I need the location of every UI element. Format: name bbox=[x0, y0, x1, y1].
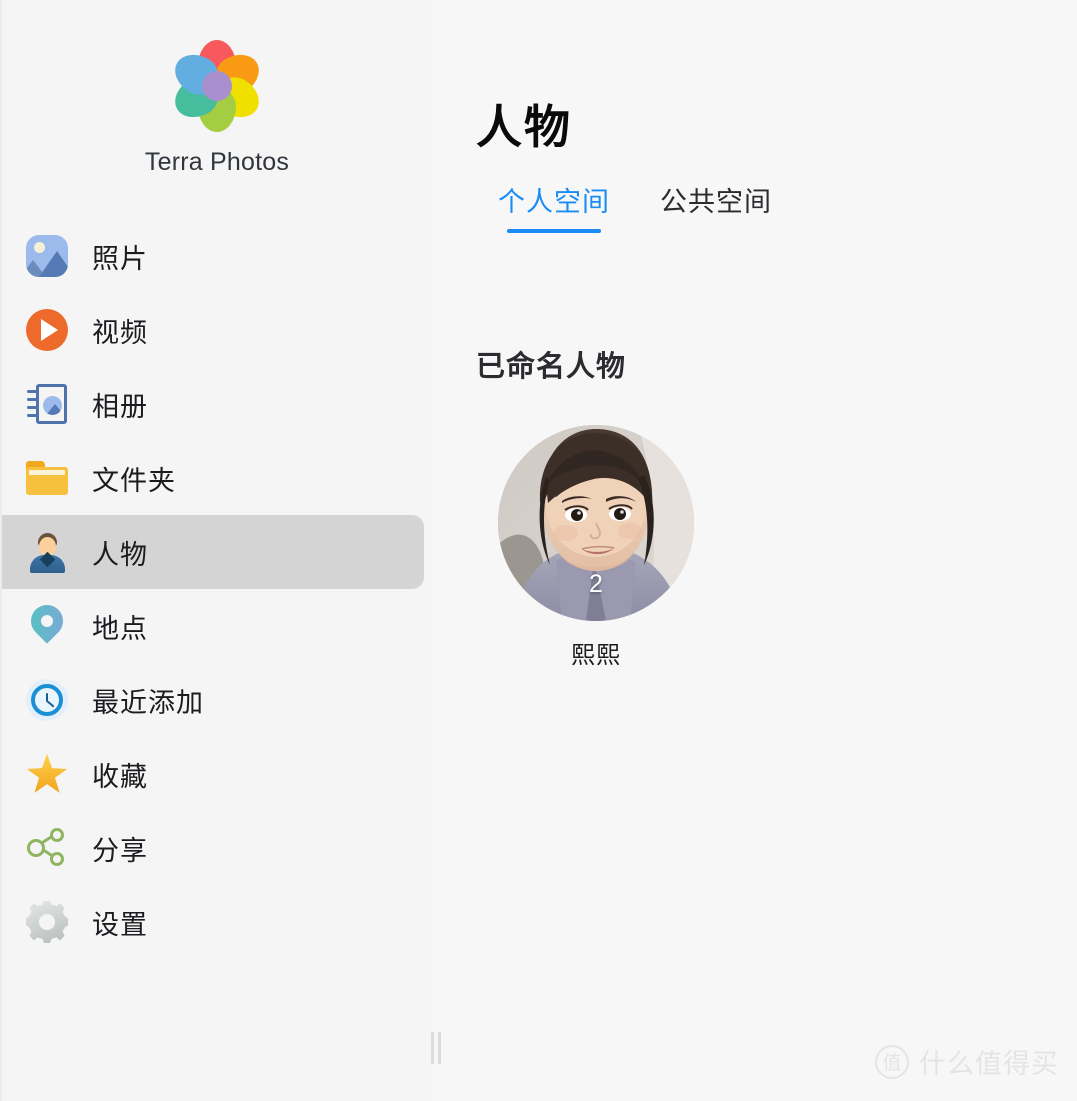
sidebar-item-settings[interactable]: 设置 bbox=[2, 885, 432, 959]
sidebar-item-label: 收藏 bbox=[92, 761, 148, 792]
sidebar-item-label: 视频 bbox=[92, 317, 148, 348]
people-grid: 2 熙熙 bbox=[476, 425, 1077, 670]
sidebar-item-recently-added[interactable]: 最近添加 bbox=[2, 663, 432, 737]
watermark-badge-icon: 值 bbox=[875, 1044, 909, 1079]
sidebar-item-label: 文件夹 bbox=[92, 465, 176, 496]
tab-public-space[interactable]: 公共空间 bbox=[660, 180, 772, 233]
watermark-text: 什么值得买 bbox=[919, 1049, 1059, 1079]
sidebar-item-shared[interactable]: 分享 bbox=[2, 811, 432, 885]
video-icon bbox=[24, 307, 70, 353]
sidebar-item-label: 地点 bbox=[92, 613, 148, 644]
photo-count-badge: 2 bbox=[589, 570, 603, 598]
sidebar-nav: 照片 视频 相册 文件夹 人物 地点 最近添加 收藏 分享 设置 bbox=[2, 219, 432, 959]
sidebar-item-label: 人物 bbox=[92, 539, 148, 570]
sidebar-item-folder[interactable]: 文件夹 bbox=[2, 441, 432, 515]
photos-icon bbox=[24, 233, 70, 279]
person-icon bbox=[24, 529, 70, 575]
sidebar-item-album[interactable]: 相册 bbox=[2, 367, 432, 441]
sidebar-item-label: 设置 bbox=[92, 909, 148, 940]
person-name: 熙熙 bbox=[571, 642, 621, 669]
sidebar-item-label: 分享 bbox=[92, 835, 148, 866]
sidebar-item-favorites[interactable]: 收藏 bbox=[2, 737, 432, 811]
main-content: 人物 个人空间 公共空间 已命名人物 2 熙熙 值 什么值得买 bbox=[432, 0, 1077, 1101]
sidebar-item-places[interactable]: 地点 bbox=[2, 589, 432, 663]
flower-logo bbox=[167, 38, 267, 134]
sidebar: Terra Photos 照片 视频 相册 文件夹 人物 地点 最近添加 收藏 … bbox=[0, 0, 441, 1101]
sidebar-item-label: 最近添加 bbox=[92, 687, 204, 718]
person-card[interactable]: 2 熙熙 bbox=[498, 425, 694, 670]
page-title: 人物 bbox=[476, 101, 572, 153]
clock-icon bbox=[24, 677, 70, 723]
app-root: Terra Photos 照片 视频 相册 文件夹 人物 地点 最近添加 收藏 … bbox=[0, 0, 1077, 1101]
share-icon bbox=[24, 825, 70, 871]
sidebar-item-video[interactable]: 视频 bbox=[2, 293, 432, 367]
section-title-named-people: 已命名人物 bbox=[476, 351, 627, 383]
brand: Terra Photos bbox=[2, 0, 432, 177]
album-icon bbox=[24, 381, 70, 427]
tab-personal-space[interactable]: 个人空间 bbox=[498, 180, 610, 233]
sidebar-resize-handle[interactable] bbox=[430, 1032, 442, 1064]
star-icon bbox=[24, 751, 70, 797]
avatar[interactable]: 2 bbox=[498, 425, 694, 621]
watermark: 值 什么值得买 bbox=[875, 1042, 1059, 1081]
sidebar-item-people[interactable]: 人物 bbox=[2, 515, 424, 589]
sidebar-item-photos[interactable]: 照片 bbox=[2, 219, 432, 293]
brand-name: Terra Photos bbox=[144, 148, 290, 176]
sidebar-item-label: 照片 bbox=[92, 243, 148, 274]
logo-center bbox=[202, 71, 232, 101]
folder-icon bbox=[24, 455, 70, 501]
location-pin-icon bbox=[24, 598, 70, 649]
sidebar-item-label: 相册 bbox=[92, 391, 148, 422]
space-tabs: 个人空间 公共空间 bbox=[476, 180, 1077, 233]
gear-icon bbox=[24, 899, 70, 945]
